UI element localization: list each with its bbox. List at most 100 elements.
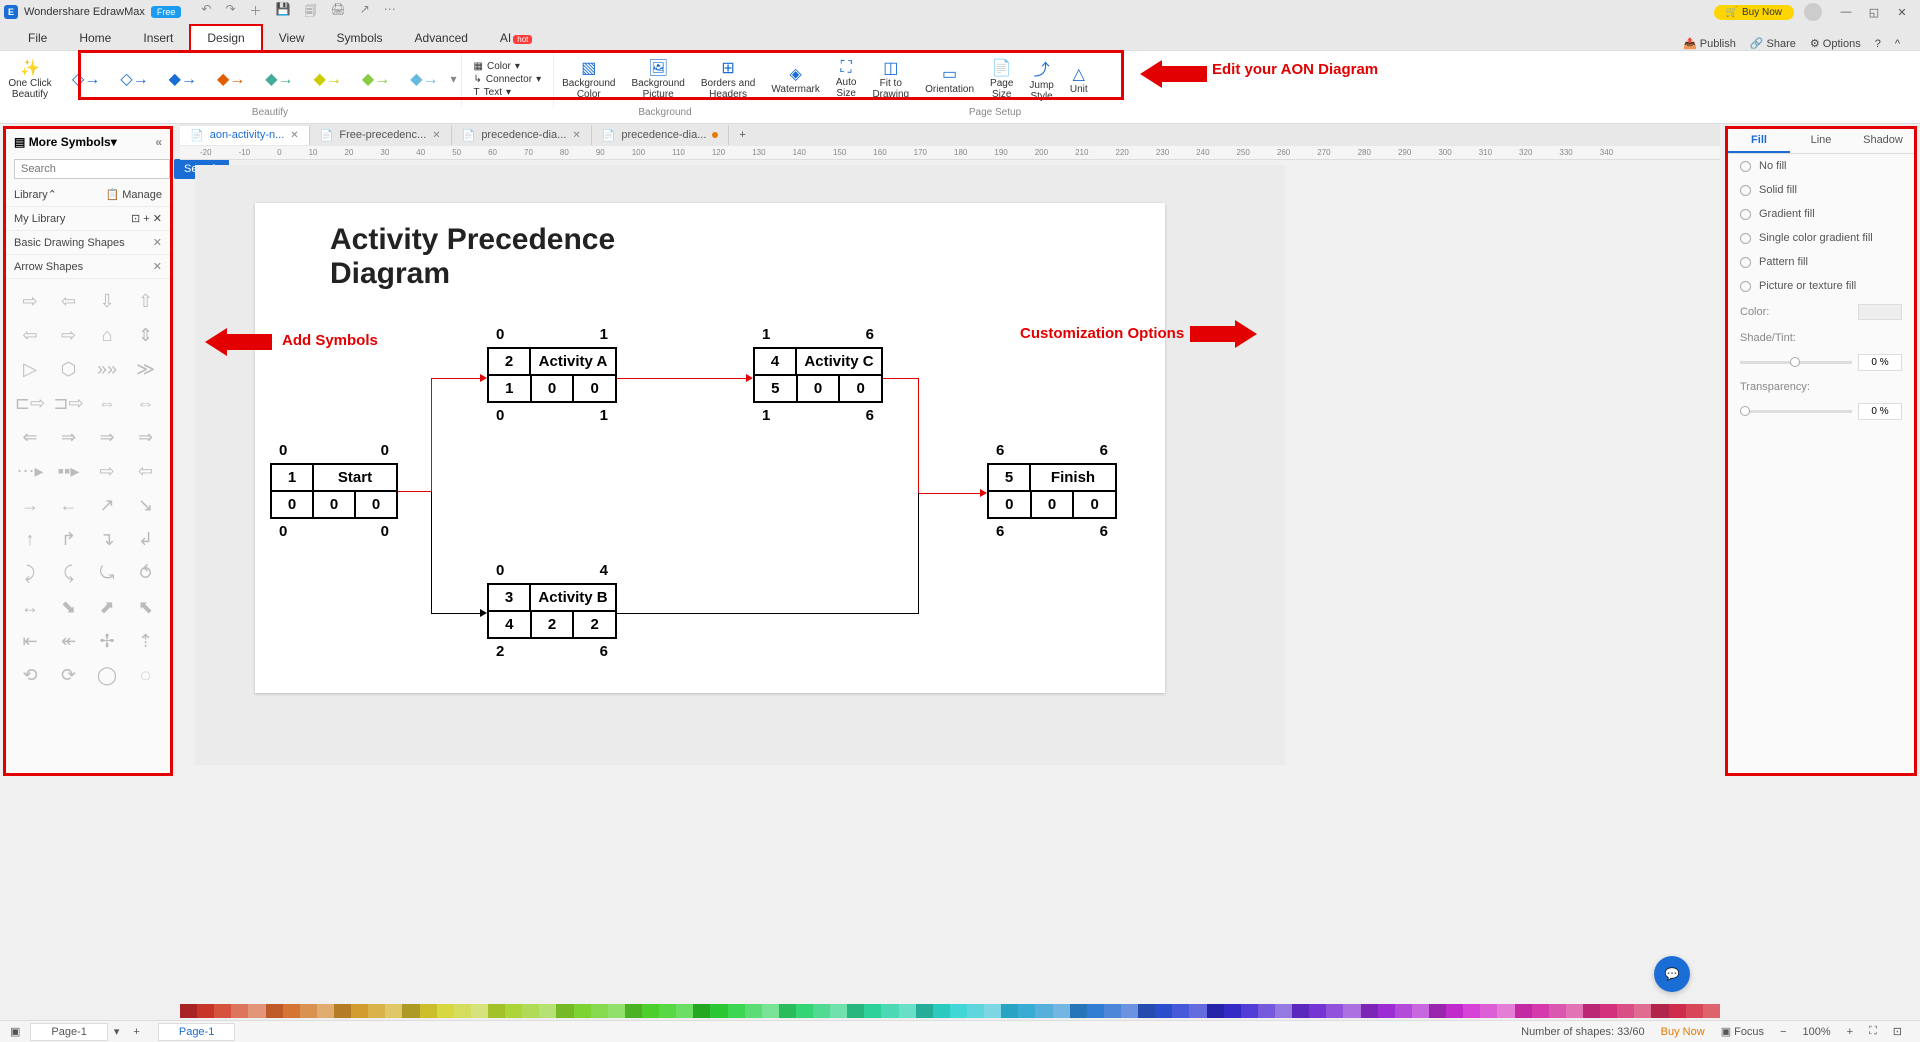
minimize-button[interactable]: — xyxy=(1832,6,1860,18)
collapse-ribbon-icon[interactable]: ^ xyxy=(1895,38,1900,50)
export-icon[interactable]: ↗ xyxy=(360,2,370,23)
color-swatch[interactable] xyxy=(505,1004,522,1018)
color-swatch[interactable] xyxy=(1292,1004,1309,1018)
color-swatch[interactable] xyxy=(933,1004,950,1018)
color-swatch[interactable] xyxy=(1018,1004,1035,1018)
color-swatch[interactable] xyxy=(796,1004,813,1018)
color-swatch[interactable] xyxy=(1532,1004,1549,1018)
arrow-shape[interactable]: ⇒ xyxy=(130,423,162,451)
color-swatch[interactable] xyxy=(899,1004,916,1018)
color-swatch[interactable] xyxy=(539,1004,556,1018)
arrow-shape[interactable]: ↞ xyxy=(53,627,85,655)
connector-dropdown[interactable]: ↳ Connector ▾ xyxy=(470,73,546,86)
buy-now-button[interactable]: 🛒 Buy Now xyxy=(1714,5,1794,20)
background-picture-button[interactable]: 🖼Background Picture xyxy=(623,51,692,107)
arrow-shape[interactable]: ✢ xyxy=(91,627,123,655)
color-swatch[interactable] xyxy=(728,1004,745,1018)
page-layout-icon[interactable]: ▣ xyxy=(10,1025,20,1038)
arrow-shape[interactable]: ▷ xyxy=(14,355,46,383)
color-swatch[interactable] xyxy=(1309,1004,1326,1018)
add-page-button[interactable]: + xyxy=(133,1026,139,1038)
menu-symbols[interactable]: Symbols xyxy=(321,26,399,50)
arrow-shape[interactable]: ⊏⇨ xyxy=(14,389,46,417)
color-swatch[interactable] xyxy=(984,1004,1001,1018)
color-swatch[interactable] xyxy=(1617,1004,1634,1018)
user-avatar[interactable] xyxy=(1804,3,1822,21)
connector[interactable] xyxy=(431,378,432,491)
color-swatch[interactable] xyxy=(1241,1004,1258,1018)
color-swatch[interactable] xyxy=(608,1004,625,1018)
close-button[interactable]: ✕ xyxy=(1888,6,1916,19)
gradient-fill-radio[interactable]: Gradient fill xyxy=(1728,202,1914,226)
color-swatch[interactable] xyxy=(967,1004,984,1018)
open-icon[interactable]: 🗐 xyxy=(304,2,316,23)
color-swatch[interactable] xyxy=(1858,304,1902,320)
connector[interactable] xyxy=(431,613,481,614)
no-fill-radio[interactable]: No fill xyxy=(1728,154,1914,178)
color-swatch[interactable] xyxy=(1480,1004,1497,1018)
arrow-shape[interactable]: ▪▪▸ xyxy=(53,457,85,485)
arrow-shape[interactable]: ◯ xyxy=(91,661,123,689)
color-swatch[interactable] xyxy=(1258,1004,1275,1018)
color-swatch[interactable] xyxy=(283,1004,300,1018)
color-swatch[interactable] xyxy=(1224,1004,1241,1018)
color-swatch[interactable] xyxy=(1275,1004,1292,1018)
menu-design[interactable]: Design xyxy=(189,24,262,50)
color-swatch[interactable] xyxy=(693,1004,710,1018)
arrow-shape[interactable]: ⇐ xyxy=(14,423,46,451)
color-swatch[interactable] xyxy=(676,1004,693,1018)
arrow-shape[interactable]: ⇤ xyxy=(14,627,46,655)
color-swatch[interactable] xyxy=(1155,1004,1172,1018)
finish-node[interactable]: 6 6 5Finish 000 6 6 xyxy=(987,463,1117,519)
page[interactable]: Activity Precedence Diagram 0 0 1Start 0… xyxy=(255,203,1165,693)
line-tab[interactable]: Line xyxy=(1790,129,1852,153)
color-swatch[interactable] xyxy=(1053,1004,1070,1018)
activity-b-node[interactable]: 0 4 3Activity B 422 2 6 xyxy=(487,583,617,639)
color-swatch[interactable] xyxy=(625,1004,642,1018)
arrow-shape[interactable]: ⇕ xyxy=(130,321,162,349)
color-swatch[interactable] xyxy=(197,1004,214,1018)
color-swatch[interactable] xyxy=(248,1004,265,1018)
connector[interactable] xyxy=(431,491,432,613)
fullscreen-icon[interactable]: ⊡ xyxy=(1893,1025,1902,1038)
color-swatch[interactable] xyxy=(471,1004,488,1018)
auto-size-button[interactable]: ⛶Auto Size xyxy=(828,51,865,107)
shade-value[interactable]: 0 % xyxy=(1858,354,1902,371)
arrow-shape[interactable]: ⬉ xyxy=(130,593,162,621)
watermark-button[interactable]: ◈Watermark xyxy=(763,51,828,107)
text-dropdown[interactable]: T Text ▾ xyxy=(470,86,515,99)
color-swatch[interactable] xyxy=(214,1004,231,1018)
fit-drawing-button[interactable]: ◫Fit to Drawing xyxy=(864,51,917,107)
color-swatch[interactable] xyxy=(950,1004,967,1018)
share-button[interactable]: 🔗 Share xyxy=(1750,37,1796,50)
color-swatch[interactable] xyxy=(1429,1004,1446,1018)
arrow-shape[interactable]: ≫ xyxy=(130,355,162,383)
connector[interactable] xyxy=(918,378,919,493)
redo-icon[interactable]: ↷ xyxy=(225,2,235,23)
connector[interactable] xyxy=(617,613,919,614)
color-swatch[interactable] xyxy=(1634,1004,1651,1018)
color-swatch[interactable] xyxy=(642,1004,659,1018)
color-swatch[interactable] xyxy=(385,1004,402,1018)
color-swatch[interactable] xyxy=(1395,1004,1412,1018)
color-swatch[interactable] xyxy=(1104,1004,1121,1018)
zoom-out-button[interactable]: − xyxy=(1780,1026,1786,1038)
connector[interactable] xyxy=(431,378,481,379)
arrow-shape[interactable]: ⇒ xyxy=(53,423,85,451)
menu-file[interactable]: File xyxy=(12,26,63,50)
color-swatch[interactable] xyxy=(351,1004,368,1018)
page-size-button[interactable]: 📄Page Size xyxy=(982,51,1021,107)
color-swatch[interactable] xyxy=(1497,1004,1514,1018)
arrow-shape[interactable]: ↲ xyxy=(130,525,162,553)
background-color-button[interactable]: ▧Background Color xyxy=(554,51,623,107)
arrow-shape[interactable]: ⥀ xyxy=(130,559,162,587)
arrow-shape[interactable]: ⇨ xyxy=(91,457,123,485)
theme-6-button[interactable]: ◆→ xyxy=(306,67,350,91)
color-swatch[interactable] xyxy=(420,1004,437,1018)
color-swatch[interactable] xyxy=(659,1004,676,1018)
arrow-shape[interactable]: ↔ xyxy=(14,593,46,621)
color-swatch[interactable] xyxy=(317,1004,334,1018)
menu-view[interactable]: View xyxy=(263,26,321,50)
my-library-section[interactable]: My Library ⊡ + ✕ xyxy=(6,207,170,231)
undo-icon[interactable]: ↶ xyxy=(201,2,211,23)
